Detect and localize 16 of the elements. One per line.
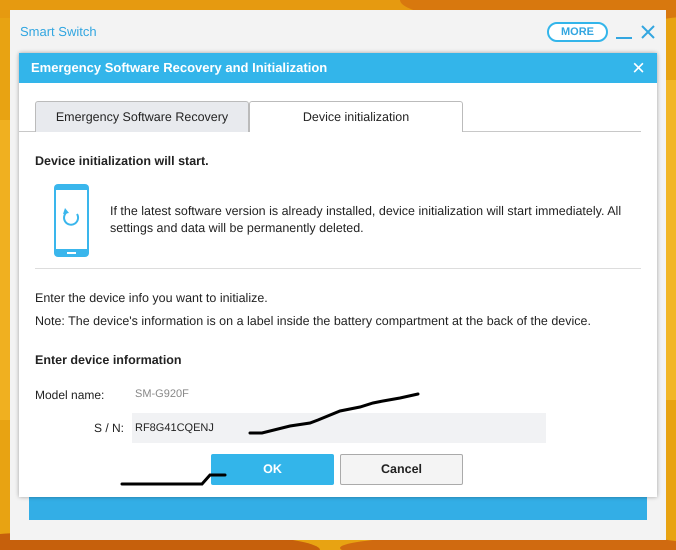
field-label: S / N:: [92, 420, 125, 436]
close-icon[interactable]: [640, 24, 656, 40]
tab[interactable]: Device initialization: [249, 101, 463, 132]
dialog-title: Emergency Software Recovery and Initialization: [31, 59, 328, 78]
cancel-button[interactable]: Cancel: [340, 454, 463, 484]
field-label: Model name:: [35, 386, 106, 404]
instruction-text: Enter the device info you want to initialize.: [35, 290, 269, 307]
instruction-text: Note: The device's information is on a label inside the battery compartment at the back of the device.: [35, 312, 592, 330]
form-heading: Enter device information: [35, 352, 183, 369]
tab[interactable]: Emergency Software Recovery: [35, 101, 249, 132]
model-name-value: SM-G920F: [135, 387, 189, 402]
section-heading: Device initialization will start.: [35, 153, 210, 170]
phone-icon: [53, 182, 90, 258]
info-message: If the latest software version is already installed, device initialization will start immediately. All settings and data will be permanently deleted.: [110, 203, 622, 238]
app-title: Smart Switch: [20, 22, 97, 41]
serial-number-field[interactable]: RF8G41CQENJ: [132, 412, 546, 442]
